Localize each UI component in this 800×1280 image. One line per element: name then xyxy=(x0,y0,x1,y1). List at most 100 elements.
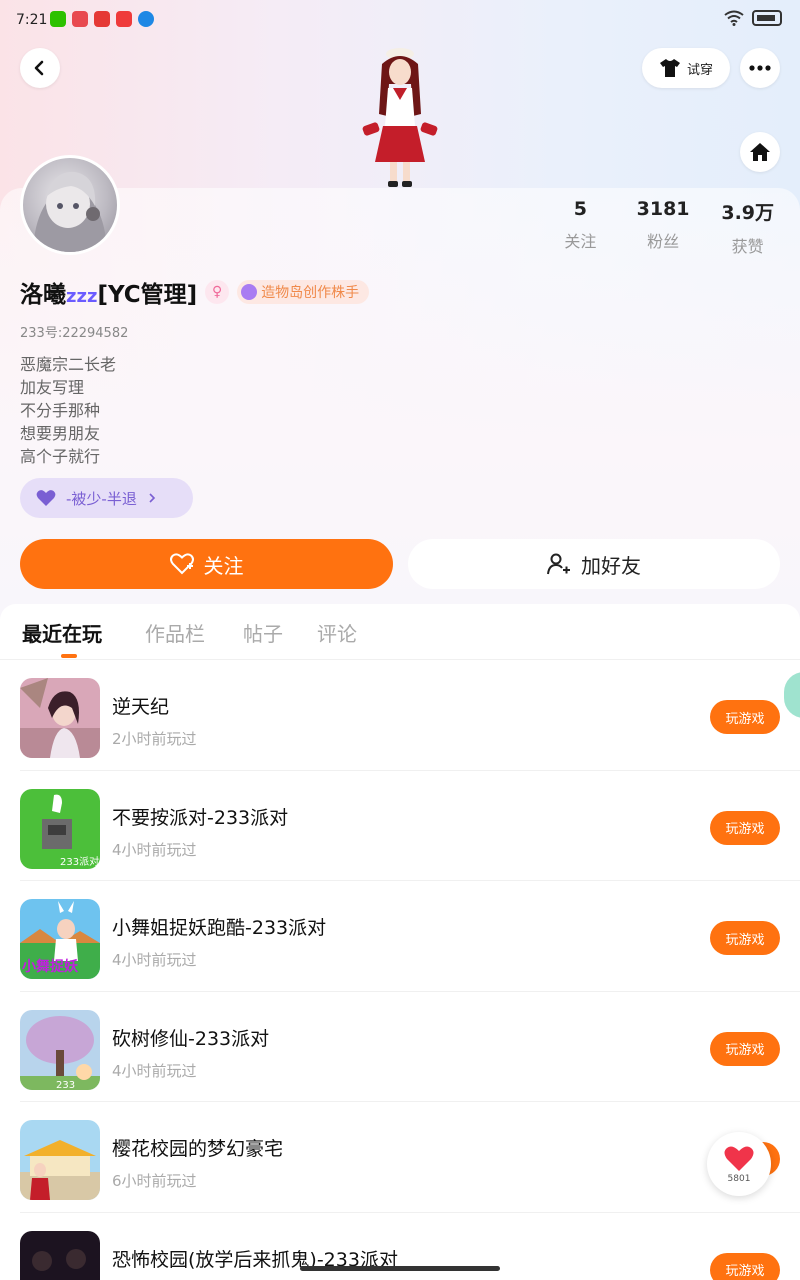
tab-works[interactable]: 作品栏 xyxy=(145,618,205,647)
svg-text:233派对: 233派对 xyxy=(60,855,99,868)
game-icon xyxy=(20,678,100,758)
app-notification-icon xyxy=(94,11,110,27)
bio-line: 加友写理 xyxy=(20,378,85,397)
stat-value: 5 xyxy=(573,198,587,220)
notification-icons xyxy=(50,11,154,27)
user-id[interactable]: 233号:22294582 xyxy=(20,322,128,341)
back-button[interactable] xyxy=(20,48,60,88)
status-bar: 7:21 xyxy=(0,0,800,40)
family-chip[interactable]: -被少-半退 xyxy=(20,478,193,518)
game-row[interactable]: 233 砍树修仙-233派对 4小时前玩过 玩游戏 xyxy=(0,992,800,1102)
stat-label: 获赞 xyxy=(731,237,764,256)
profile-name-suffix: [YC管理] xyxy=(97,282,198,308)
add-friend-label: 加好友 xyxy=(581,553,641,578)
game-list: 逆天纪 2小时前玩过 玩游戏 233派对 不要按派对-233派对 4小时前玩过 … xyxy=(0,660,800,1280)
bio-line: 不分手那种 xyxy=(20,401,101,420)
bio-line: 高个子就行 xyxy=(20,447,101,466)
like-count: 5801 xyxy=(727,1173,751,1184)
svg-text:233: 233 xyxy=(56,1080,75,1090)
stat-value: 3181 xyxy=(636,198,690,220)
gender-female-icon: ♀ xyxy=(205,280,230,304)
game-row[interactable]: 樱花校园的梦幻豪宅 6小时前玩过 玩游戏 xyxy=(0,1102,800,1213)
bio-line: 想要男朋友 xyxy=(20,424,101,443)
game-row[interactable]: 逆天纪 2小时前玩过 玩游戏 xyxy=(0,660,800,771)
game-last-played: 4小时前玩过 xyxy=(112,1061,197,1080)
status-time: 7:21 xyxy=(16,12,48,28)
wechat-icon xyxy=(50,11,66,27)
home-indicator[interactable] xyxy=(300,1266,500,1271)
stat-following[interactable]: 5 关注 xyxy=(540,198,621,257)
stat-value: 3.9万 xyxy=(721,202,775,224)
wifi-icon xyxy=(724,10,744,26)
home-button[interactable] xyxy=(740,132,780,172)
game-last-played: 6小时前玩过 xyxy=(112,1172,197,1190)
heart-plus-icon xyxy=(169,553,194,575)
more-dots-icon xyxy=(749,65,771,71)
add-friend-button[interactable]: 加好友 xyxy=(408,539,780,589)
chevron-left-icon xyxy=(34,60,44,76)
follow-label: 关注 xyxy=(203,553,244,578)
profile-name-text: 洛曦 xyxy=(20,282,66,308)
game-last-played: 2小时前玩过 xyxy=(112,730,197,748)
game-icon xyxy=(20,1230,100,1280)
shirt-icon xyxy=(659,59,680,77)
add-user-icon xyxy=(547,553,570,575)
character-avatar-figure[interactable] xyxy=(355,44,445,189)
game-last-played: 4小时前玩过 xyxy=(112,951,197,969)
play-game-button[interactable]: 玩游戏 xyxy=(710,1031,780,1066)
stat-likes[interactable]: 3.9万 获赞 xyxy=(705,198,790,257)
tab-indicator xyxy=(61,654,77,658)
heart-icon xyxy=(724,1146,754,1171)
profile-content: 最近在玩 作品栏 帖子 评论 逆天纪 2小时前玩过 玩游戏 233派对 不要按派… xyxy=(0,604,800,1280)
chevron-right-icon xyxy=(149,493,155,503)
game-icon xyxy=(20,1120,100,1200)
battery-icon xyxy=(752,10,782,26)
game-icon: 233派对 xyxy=(20,788,100,869)
play-game-button[interactable]: 玩游戏 xyxy=(710,921,780,955)
game-icon: 233 xyxy=(20,1009,100,1090)
creator-badge-icon xyxy=(241,284,258,300)
tab-comments[interactable]: 评论 xyxy=(317,618,357,647)
creator-badge-label: 造物岛创作株手 xyxy=(261,285,360,301)
game-title: 樱花校园的梦幻豪宅 xyxy=(112,1138,284,1160)
stat-label: 关注 xyxy=(564,232,597,251)
creator-badge[interactable]: 造物岛创作株手 xyxy=(237,280,370,304)
game-icon: 小舞捉妖 xyxy=(20,899,100,979)
family-chip-label: -被少-半退 xyxy=(66,489,137,508)
system-icons xyxy=(724,10,782,26)
follow-button[interactable]: 关注 xyxy=(20,539,393,589)
game-title: 不要按派对-233派对 xyxy=(112,806,289,829)
stat-label: 粉丝 xyxy=(647,232,680,251)
home-icon xyxy=(750,143,770,161)
profile-name: 洛曦zzz[YC管理] xyxy=(20,275,197,309)
game-row[interactable]: 233派对 不要按派对-233派对 4小时前玩过 玩游戏 xyxy=(0,771,800,881)
game-row[interactable]: 小舞捉妖 小舞姐捉妖跑酷-233派对 4小时前玩过 玩游戏 xyxy=(0,881,800,992)
svg-text:小舞捉妖: 小舞捉妖 xyxy=(22,958,79,975)
avatar[interactable] xyxy=(20,155,120,255)
profile-bio: 恶魔宗二长老 加友写理 不分手那种 想要男朋友 高个子就行 xyxy=(20,353,116,468)
tab-recently-played[interactable]: 最近在玩 xyxy=(22,618,102,647)
play-game-button[interactable]: 玩游戏 xyxy=(710,810,780,845)
game-title: 砍树修仙-233派对 xyxy=(112,1027,270,1050)
game-title: 逆天纪 xyxy=(112,696,170,718)
more-button[interactable] xyxy=(740,48,780,88)
browser-icon xyxy=(138,11,154,27)
game-title: 小舞姐捉妖跑酷-233派对 xyxy=(112,917,327,939)
play-game-button[interactable]: 玩游戏 xyxy=(710,700,780,734)
profile-name-row: 洛曦zzz[YC管理] ♀ 造物岛创作株手 xyxy=(20,275,370,309)
app-notification-icon xyxy=(116,11,132,27)
stat-fans[interactable]: 3181 粉丝 xyxy=(621,198,706,257)
heart-icon xyxy=(36,490,56,506)
profile-tabs: 最近在玩 作品栏 帖子 评论 xyxy=(0,604,800,660)
profile-stats: 5 关注 3181 粉丝 3.9万 获赞 xyxy=(540,198,790,257)
try-on-button[interactable]: 试穿 xyxy=(642,48,730,88)
floating-like-button[interactable]: 5801 xyxy=(707,1132,771,1196)
sleep-zzz-icon: zzz xyxy=(66,286,98,307)
app-notification-icon xyxy=(72,11,88,27)
try-on-label: 试穿 xyxy=(686,62,713,78)
play-game-button[interactable]: 玩游戏 xyxy=(710,1252,780,1280)
game-last-played: 4小时前玩过 xyxy=(112,840,197,859)
avatar-image xyxy=(33,171,107,252)
tab-posts[interactable]: 帖子 xyxy=(243,618,283,647)
bio-line: 恶魔宗二长老 xyxy=(20,355,117,374)
